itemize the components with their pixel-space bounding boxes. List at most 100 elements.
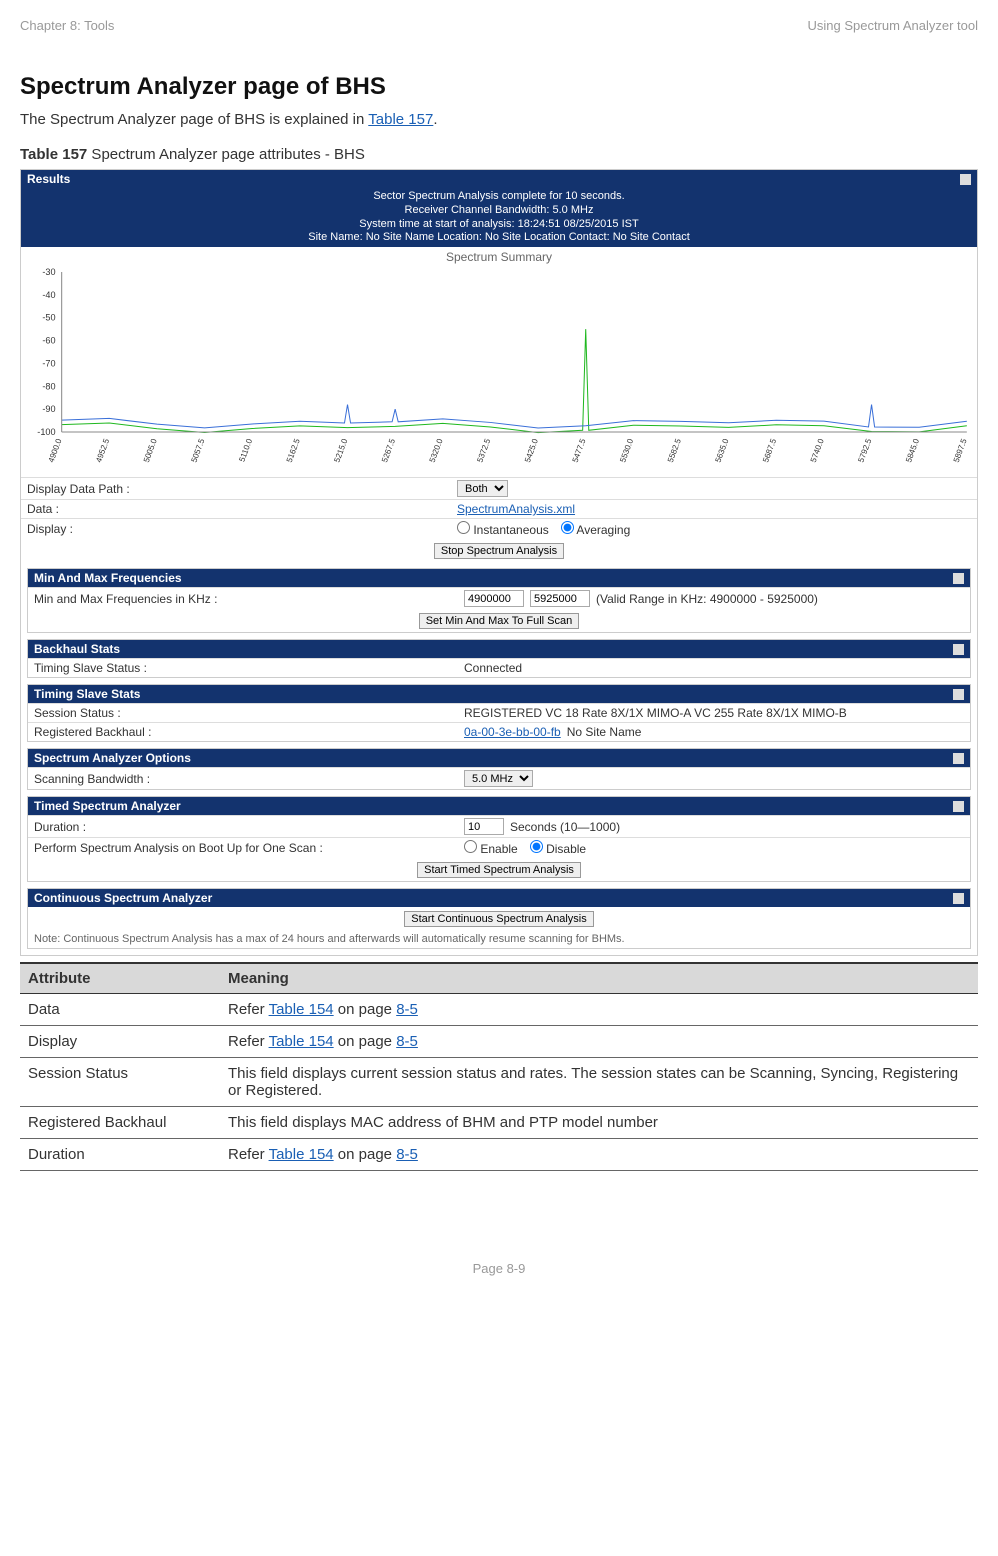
stop-analysis-button[interactable]: Stop Spectrum Analysis [434,543,564,559]
table-link[interactable]: Table 154 [269,1033,334,1050]
data-xml-link[interactable]: SpectrumAnalysis.xml [457,502,575,516]
svg-text:5845.0: 5845.0 [904,437,921,463]
svg-text:5215.0: 5215.0 [332,437,349,463]
set-full-scan-button[interactable]: Set Min And Max To Full Scan [419,613,580,629]
display-instant-radio[interactable]: Instantaneous [457,521,549,537]
chart-title: Spectrum Summary [21,247,977,267]
svg-text:5110.0: 5110.0 [237,437,254,463]
results-header: Results [21,170,977,188]
svg-text:-70: -70 [42,358,55,368]
svg-text:5162.5: 5162.5 [285,437,302,463]
svg-text:-90: -90 [42,404,55,414]
svg-text:5582.5: 5582.5 [666,437,683,463]
radio-label: Instantaneous [473,523,548,537]
row-label: Data : [27,502,457,516]
enable-radio[interactable]: Enable [464,840,518,856]
table-row: DataRefer Table 154 on page 8-5 [20,994,978,1026]
page-link[interactable]: 8-5 [396,1146,418,1163]
disable-radio[interactable]: Disable [530,840,586,856]
display-row: Display : Instantaneous Averaging [21,518,977,539]
collapse-icon[interactable] [953,801,964,812]
page-header: Chapter 8: Tools Using Spectrum Analyzer… [20,18,978,33]
reg-backhaul-tail: No Site Name [567,725,642,739]
radio-label: Averaging [576,523,630,537]
duration-input[interactable] [464,818,504,835]
collapse-icon[interactable] [953,753,964,764]
start-continuous-button[interactable]: Start Continuous Spectrum Analysis [404,911,593,927]
max-freq-input[interactable] [530,590,590,607]
intro-paragraph: The Spectrum Analyzer page of BHS is exp… [20,111,978,128]
row-label: Perform Spectrum Analysis on Boot Up for… [34,841,464,855]
display-averaging-radio[interactable]: Averaging [561,521,631,537]
collapse-icon[interactable] [953,573,964,584]
duration-hint: Seconds (10—1000) [510,820,620,834]
row-label: Min and Max Frequencies in KHz : [34,592,464,606]
row-label: Registered Backhaul : [34,725,464,739]
data-path-select[interactable]: Both [457,480,508,497]
session-status-value: REGISTERED VC 18 Rate 8X/1X MIMO-A VC 25… [464,706,964,720]
attr-cell: Session Status [20,1058,220,1107]
intro-pre: The Spectrum Analyzer page of BHS is exp… [20,111,368,128]
attributes-table: Attribute Meaning DataRefer Table 154 on… [20,962,978,1171]
results-panel: Results Sector Spectrum Analysis complet… [20,169,978,956]
timing-slave-status: Connected [464,661,964,675]
meaning-cell: Refer Table 154 on page 8-5 [220,1026,978,1058]
panel-title: Backhaul Stats [34,642,120,656]
table-link[interactable]: Table 154 [269,1001,334,1018]
data-row: Data : SpectrumAnalysis.xml [21,499,977,518]
svg-text:5792.5: 5792.5 [856,437,873,463]
timed-panel: Timed Spectrum Analyzer Duration : Secon… [27,796,971,882]
svg-text:5267.5: 5267.5 [380,437,397,463]
summary-line: Receiver Channel Bandwidth: 5.0 MHz [21,204,977,218]
registered-backhaul-link[interactable]: 0a-00-3e-bb-00-fb [464,725,561,739]
page-link[interactable]: 8-5 [396,1033,418,1050]
panel-title: Min And Max Frequencies [34,571,182,585]
radio-label: Disable [546,842,586,856]
table-row: DurationRefer Table 154 on page 8-5 [20,1139,978,1171]
collapse-icon[interactable] [953,689,964,700]
svg-text:4952.5: 4952.5 [94,437,111,463]
page-link[interactable]: 8-5 [396,1001,418,1018]
header-left: Chapter 8: Tools [20,18,114,33]
page-title: Spectrum Analyzer page of BHS [20,73,978,101]
collapse-icon[interactable] [960,174,971,185]
bandwidth-select[interactable]: 5.0 MHz [464,770,533,787]
svg-text:-50: -50 [42,313,55,323]
panel-title: Timing Slave Stats [34,687,140,701]
intro-link[interactable]: Table 157 [368,111,433,128]
display-data-path-row: Display Data Path : Both [21,477,977,499]
svg-text:5425.0: 5425.0 [523,437,540,463]
backhaul-panel: Backhaul Stats Timing Slave Status :Conn… [27,639,971,678]
summary-line: System time at start of analysis: 18:24:… [21,218,977,232]
svg-text:5057.5: 5057.5 [189,437,206,463]
row-label: Display : [27,522,457,536]
min-freq-input[interactable] [464,590,524,607]
svg-text:5897.5: 5897.5 [952,437,969,463]
panel-title: Timed Spectrum Analyzer [34,799,181,813]
svg-text:-80: -80 [42,381,55,391]
svg-text:5372.5: 5372.5 [475,437,492,463]
svg-text:5320.0: 5320.0 [428,437,445,463]
row-label: Timing Slave Status : [34,661,464,675]
collapse-icon[interactable] [953,644,964,655]
start-timed-button[interactable]: Start Timed Spectrum Analysis [417,862,581,878]
svg-text:5477.5: 5477.5 [571,437,588,463]
range-hint: (Valid Range in KHz: 4900000 - 5925000) [596,592,818,606]
svg-text:5635.0: 5635.0 [714,437,731,463]
svg-text:4900.0: 4900.0 [47,437,64,463]
table-link[interactable]: Table 154 [269,1146,334,1163]
row-label: Duration : [34,820,464,834]
row-label: Session Status : [34,706,464,720]
row-label: Scanning Bandwidth : [34,772,464,786]
svg-text:-100: -100 [37,427,55,437]
collapse-icon[interactable] [953,893,964,904]
svg-text:-40: -40 [42,290,55,300]
results-summary: Sector Spectrum Analysis complete for 10… [21,188,977,247]
summary-line: Site Name: No Site Name Location: No Sit… [21,231,977,245]
table-row: Session StatusThis field displays curren… [20,1058,978,1107]
summary-line: Sector Spectrum Analysis complete for 10… [21,190,977,204]
meaning-cell: This field displays current session stat… [220,1058,978,1107]
minmax-panel: Min And Max Frequencies Min and Max Freq… [27,568,971,633]
radio-label: Enable [480,842,517,856]
svg-text:5005.0: 5005.0 [142,437,159,463]
